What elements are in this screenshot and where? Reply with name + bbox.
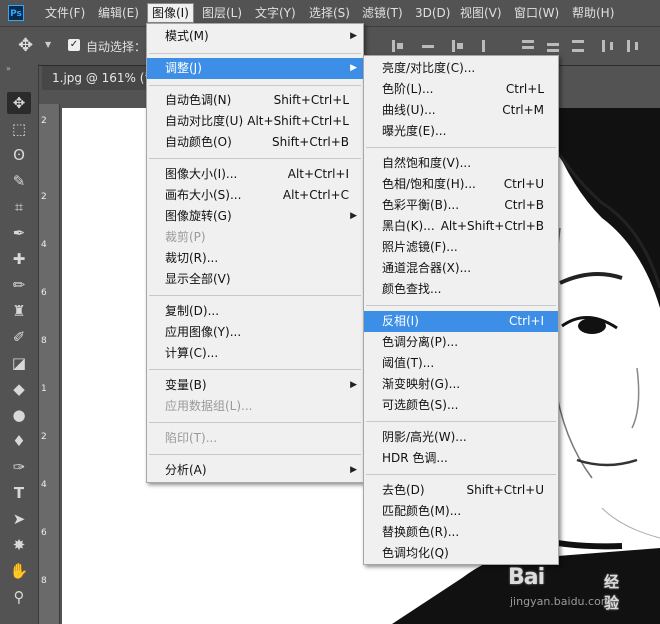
menu-item-auto-tone[interactable]: 自动色调(N) Shift+Ctrl+L: [147, 90, 363, 111]
menu-item-duplicate[interactable]: 复制(D)...: [147, 301, 363, 322]
menu-item-variables[interactable]: 变量(B) ▶: [147, 375, 363, 396]
menu-item-hdr-toning[interactable]: HDR 色调...: [364, 448, 558, 469]
menu-item-reveal-all[interactable]: 显示全部(V): [147, 269, 363, 290]
menu-item-replace-color[interactable]: 替换颜色(R)...: [364, 522, 558, 543]
menu-edit[interactable]: 编辑(E): [98, 4, 139, 22]
eyedropper-tool-icon[interactable]: ✒: [7, 222, 31, 244]
auto-select-checkbox[interactable]: ✓: [68, 39, 80, 51]
menu-image[interactable]: 图像(I): [147, 3, 194, 23]
chevron-right-icon: ▶: [350, 380, 357, 390]
menu-item-desaturate[interactable]: 去色(D) Shift+Ctrl+U: [364, 480, 558, 501]
menu-item-gradient-map[interactable]: 渐变映射(G)...: [364, 374, 558, 395]
menu-view[interactable]: 视图(V): [460, 4, 502, 22]
type-tool-icon[interactable]: T: [7, 482, 31, 504]
menu-item-color-lookup[interactable]: 颜色查找...: [364, 279, 558, 300]
history-brush-tool-icon[interactable]: ✐: [7, 326, 31, 348]
chevron-right-icon: ▶: [350, 465, 357, 475]
menu-item-canvas-size[interactable]: 画布大小(S)... Alt+Ctrl+C: [147, 185, 363, 206]
menu-window[interactable]: 窗口(W): [514, 4, 559, 22]
eraser-tool-icon[interactable]: ◪: [7, 352, 31, 374]
menu-file[interactable]: 文件(F): [45, 4, 85, 22]
image-menu: 模式(M) ▶ 调整(J) ▶ 自动色调(N) Shift+Ctrl+L 自动对比度(…: [146, 23, 364, 483]
menu-item-trim[interactable]: 裁切(R)...: [147, 248, 363, 269]
brush-tool-icon[interactable]: ✏: [7, 274, 31, 296]
align-buttons: [392, 40, 652, 52]
menu-item-posterize[interactable]: 色调分离(P)...: [364, 332, 558, 353]
blur-tool-icon[interactable]: ●: [7, 404, 31, 426]
menu-item-image-size[interactable]: 图像大小(I)... Alt+Ctrl+I: [147, 164, 363, 185]
menu-item-color-balance[interactable]: 色彩平衡(B)... Ctrl+B: [364, 195, 558, 216]
clone-stamp-tool-icon[interactable]: ♜: [7, 300, 31, 322]
menu-item-exposure[interactable]: 曝光度(E)...: [364, 121, 558, 142]
menu-item-auto-color[interactable]: 自动颜色(O) Shift+Ctrl+B: [147, 132, 363, 153]
watermark-url: jingyan.baidu.com: [510, 595, 612, 608]
menu-item-analysis[interactable]: 分析(A) ▶: [147, 460, 363, 481]
menu-item-mode[interactable]: 模式(M) ▶: [147, 26, 363, 47]
menu-item-auto-contrast[interactable]: 自动对比度(U) Alt+Shift+Ctrl+L: [147, 111, 363, 132]
menu-item-hue-saturation[interactable]: 色相/饱和度(H)... Ctrl+U: [364, 174, 558, 195]
menu-item-curves[interactable]: 曲线(U)... Ctrl+M: [364, 100, 558, 121]
custom-shape-tool-icon[interactable]: ✸: [7, 534, 31, 556]
collapse-icon[interactable]: »: [6, 64, 11, 73]
menu-item-equalize[interactable]: 色调均化(Q): [364, 543, 558, 564]
move-tool-icon[interactable]: ✥: [7, 92, 31, 114]
move-icon[interactable]: ✥: [18, 35, 33, 56]
menu-item-apply-image[interactable]: 应用图像(Y)...: [147, 322, 363, 343]
menu-type[interactable]: 文字(Y): [255, 4, 296, 22]
menu-item-channel-mixer[interactable]: 通道混合器(X)...: [364, 258, 558, 279]
baidu-jingyan-watermark: Bai 经验 jingyan.baidu.com: [508, 565, 628, 615]
menu-help[interactable]: 帮助(H): [572, 4, 614, 22]
menu-item-trap: 陷印(T)...: [165, 431, 218, 445]
paint-bucket-tool-icon[interactable]: ◆: [7, 378, 31, 400]
menu-item-black-white[interactable]: 黑白(K)... Alt+Shift+Ctrl+B: [364, 216, 558, 237]
tools-panel: » ✥ ⬚ ʘ ✎ ⌗ ✒ ✚ ✏ ♜ ✐ ◪ ◆ ● ♦ ✑ T ➤ ✸ ✋ …: [0, 64, 39, 624]
photoshop-logo: Ps: [8, 5, 24, 21]
menu-item-apply-data-set: 应用数据组(L)...: [165, 399, 253, 413]
dodge-tool-icon[interactable]: ♦: [7, 430, 31, 452]
chevron-right-icon: ▶: [350, 211, 357, 221]
vertical-ruler: 2 2 4 6 8 1 2 4 6 8: [39, 104, 60, 624]
hand-tool-icon[interactable]: ✋: [7, 560, 31, 582]
path-selection-tool-icon[interactable]: ➤: [7, 508, 31, 530]
menu-item-shadows-highlights[interactable]: 阴影/高光(W)...: [364, 427, 558, 448]
menu-item-image-rotation[interactable]: 图像旋转(G) ▶: [147, 206, 363, 227]
menu-filter[interactable]: 滤镜(T): [362, 4, 403, 22]
zoom-tool-icon[interactable]: ⚲: [7, 586, 31, 608]
menu-item-calculations[interactable]: 计算(C)...: [147, 343, 363, 364]
pen-tool-icon[interactable]: ✑: [7, 456, 31, 478]
menu-item-selective-color[interactable]: 可选颜色(S)...: [364, 395, 558, 416]
marquee-tool-icon[interactable]: ⬚: [7, 118, 31, 140]
menu-item-invert[interactable]: 反相(I) Ctrl+I: [364, 311, 558, 332]
crop-tool-icon[interactable]: ⌗: [7, 196, 31, 218]
menu-item-adjustments[interactable]: 调整(J) ▶: [147, 58, 363, 79]
chevron-down-icon[interactable]: ▼: [45, 40, 51, 49]
quick-select-tool-icon[interactable]: ✎: [7, 170, 31, 192]
menu-item-photo-filter[interactable]: 照片滤镜(F)...: [364, 237, 558, 258]
menu-3d[interactable]: 3D(D): [415, 4, 450, 22]
chevron-right-icon: ▶: [350, 63, 357, 73]
menu-layer[interactable]: 图层(L): [202, 4, 242, 22]
menu-select[interactable]: 选择(S): [309, 4, 350, 22]
healing-brush-tool-icon[interactable]: ✚: [7, 248, 31, 270]
menu-item-vibrance[interactable]: 自然饱和度(V)...: [364, 153, 558, 174]
lasso-tool-icon[interactable]: ʘ: [7, 144, 31, 166]
adjustments-submenu: 亮度/对比度(C)... 色阶(L)... Ctrl+L 曲线(U)... Ctrl…: [363, 55, 559, 565]
auto-select-label: 自动选择：: [86, 40, 147, 54]
menu-item-levels[interactable]: 色阶(L)... Ctrl+L: [364, 79, 558, 100]
menu-item-brightness-contrast[interactable]: 亮度/对比度(C)...: [364, 58, 558, 79]
watermark-logo: Bai: [508, 565, 545, 590]
menu-item-match-color[interactable]: 匹配颜色(M)...: [364, 501, 558, 522]
menu-item-threshold[interactable]: 阈值(T)...: [364, 353, 558, 374]
chevron-right-icon: ▶: [350, 31, 357, 41]
menu-item-crop: 裁剪(P): [165, 230, 206, 244]
